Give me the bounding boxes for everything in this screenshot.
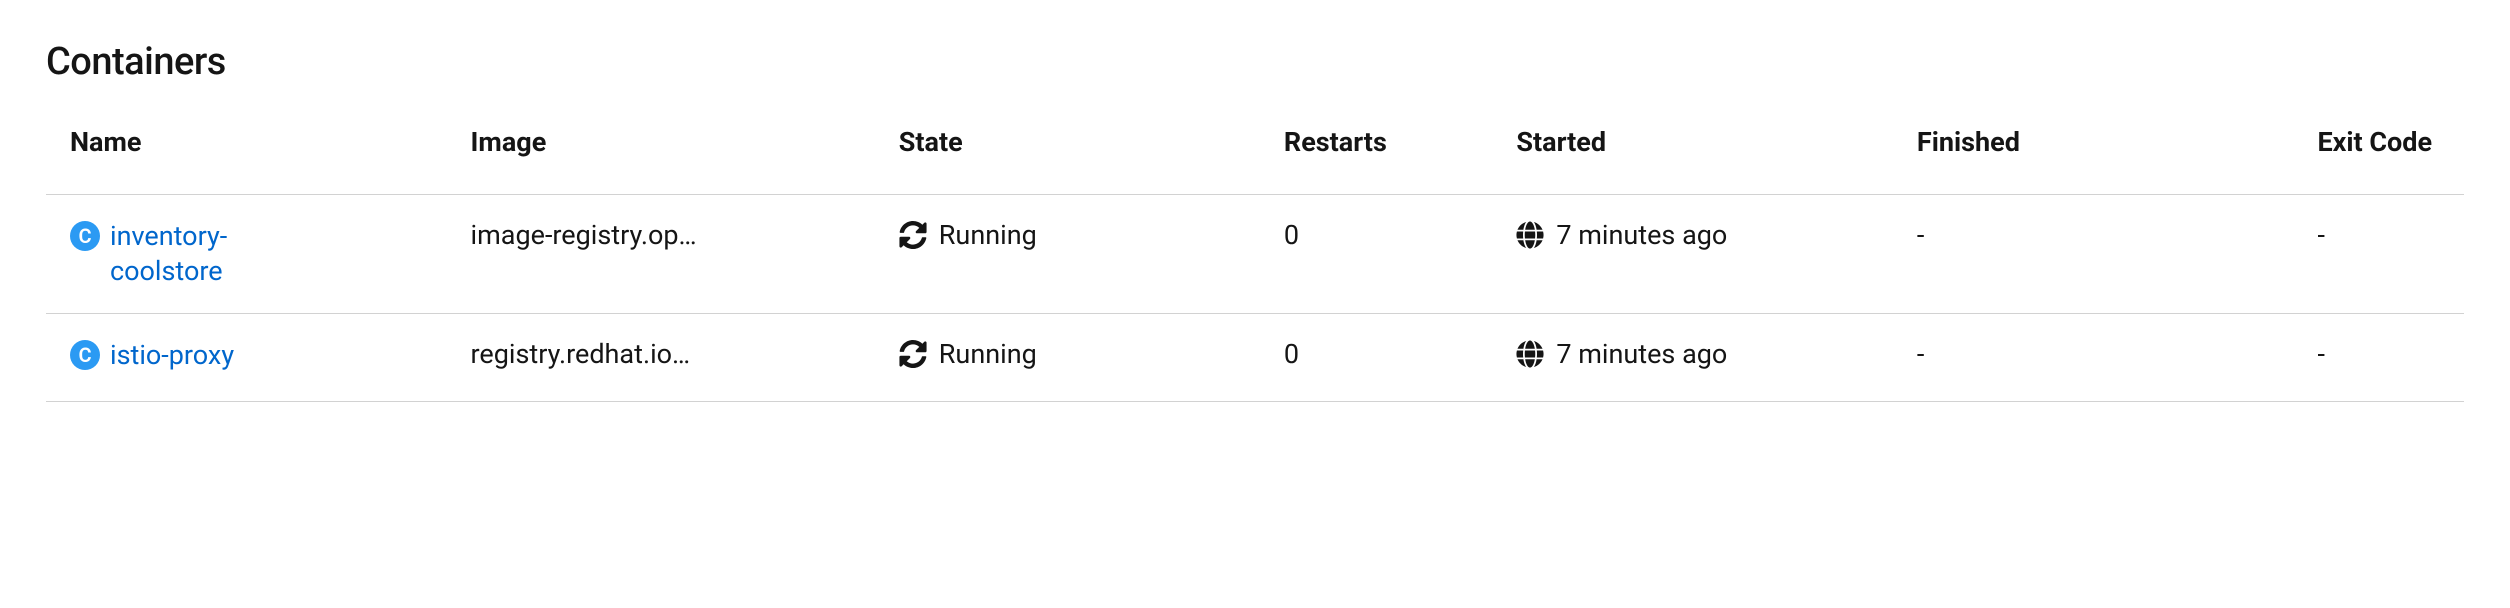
container-started-label: 7 minutes ago — [1556, 338, 1727, 370]
container-name-link[interactable]: istio-proxy — [110, 338, 234, 373]
container-started-label: 7 minutes ago — [1556, 219, 1727, 251]
header-started: Started — [1492, 116, 1893, 195]
container-restarts: 0 — [1284, 219, 1299, 251]
table-row: C istio-proxy registry.redhat.io/o… Runn… — [46, 314, 2464, 402]
header-state: State — [875, 116, 1260, 195]
container-badge-icon: C — [70, 221, 100, 251]
container-finished: - — [1917, 219, 1924, 251]
table-header-row: Name Image State Restarts Started Finish… — [46, 116, 2464, 195]
header-exit-code: Exit Code — [2293, 116, 2464, 195]
header-name: Name — [46, 116, 447, 195]
container-exit-code: - — [2317, 219, 2324, 251]
containers-table: Name Image State Restarts Started Finish… — [46, 116, 2464, 402]
container-image: image-registry.ope… — [471, 219, 701, 251]
container-exit-code: - — [2317, 338, 2324, 370]
header-finished: Finished — [1893, 116, 2294, 195]
container-name-link[interactable]: inventory-coolstore — [110, 219, 290, 289]
container-finished: - — [1917, 338, 1924, 370]
globe-icon — [1516, 340, 1544, 368]
container-state-label: Running — [939, 338, 1037, 370]
container-image: registry.redhat.io/o… — [471, 338, 701, 370]
table-row: C inventory-coolstore image-registry.ope… — [46, 195, 2464, 314]
sync-icon — [899, 340, 927, 368]
container-restarts: 0 — [1284, 338, 1299, 370]
sync-icon — [899, 221, 927, 249]
container-state-label: Running — [939, 219, 1037, 251]
container-badge-icon: C — [70, 340, 100, 370]
header-restarts: Restarts — [1260, 116, 1492, 195]
header-image: Image — [447, 116, 875, 195]
section-title: Containers — [46, 40, 2464, 84]
globe-icon — [1516, 221, 1544, 249]
